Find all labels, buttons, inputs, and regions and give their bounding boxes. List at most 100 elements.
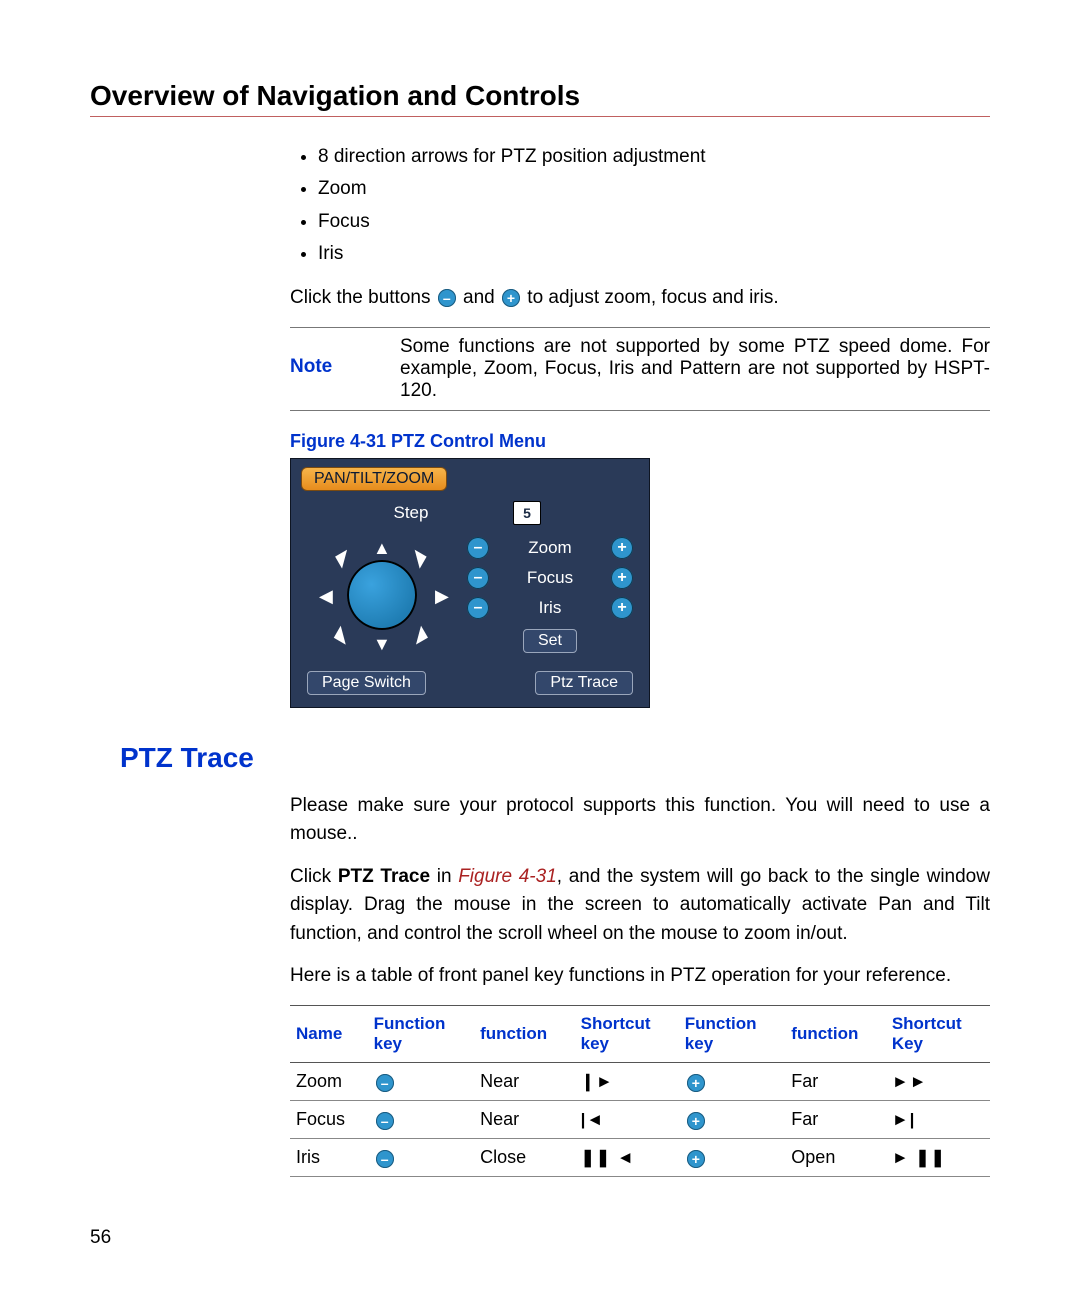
cell-sk1: ❙►	[575, 1063, 679, 1101]
ptz-trace-p3: Here is a table of front panel key funct…	[290, 962, 990, 991]
focus-label: Focus	[503, 568, 597, 588]
zoom-label: Zoom	[503, 538, 597, 558]
arrow-dl-icon: ◣	[333, 622, 354, 645]
panel-bottom: Page Switch Ptz Trace	[301, 661, 639, 695]
step-label: Step	[309, 503, 513, 523]
note-block: Note Some functions are not supported by…	[290, 327, 990, 411]
ffwd-icon: ►►	[892, 1072, 928, 1091]
cell-fn1: Near	[474, 1063, 575, 1101]
list-item: Zoom	[318, 173, 990, 205]
cell-fk2: +	[679, 1101, 786, 1139]
plus-icon: +	[502, 289, 520, 307]
table-row: Zoom – Near ❙► + Far ►►	[290, 1063, 990, 1101]
list-item: Focus	[318, 206, 990, 238]
click-buttons-line: Click the buttons – and + to adjust zoom…	[290, 284, 990, 313]
cell-sk2: ►|	[886, 1101, 990, 1139]
note-label: Note	[290, 336, 370, 402]
play-pause-icon: ► ❚❚	[892, 1148, 946, 1167]
th-fn1: function	[474, 1005, 575, 1063]
cell-fk1: –	[368, 1101, 475, 1139]
table-row: Iris – Close ❚❚ ◄ + Open ► ❚❚	[290, 1139, 990, 1177]
text: Click the buttons	[290, 287, 436, 308]
direction-pad: ▲ ▼ ◀ ▶ ◤ ◥ ◣ ◢	[307, 535, 457, 655]
arrow-up-icon: ▲	[373, 539, 391, 557]
minus-icon: –	[376, 1150, 394, 1168]
plus-icon: +	[687, 1150, 705, 1168]
th-fnkey1: Functionkey	[368, 1005, 475, 1063]
page-number: 56	[90, 1227, 111, 1249]
zoom-plus-icon: +	[611, 537, 633, 559]
iris-minus-icon: –	[467, 597, 489, 619]
shortcut-table: Name Functionkey function Shortcutkey Fu…	[290, 1005, 990, 1178]
list-item: 8 direction arrows for PTZ position adju…	[318, 141, 990, 173]
prev-icon: |◄	[581, 1110, 605, 1129]
page-title: Overview of Navigation and Controls	[90, 80, 990, 112]
arrow-left-icon: ◀	[319, 587, 333, 605]
figure-caption: Figure 4-31 PTZ Control Menu	[290, 431, 990, 452]
list-item: Iris	[318, 238, 990, 270]
page-switch-button: Page Switch	[307, 671, 426, 695]
cell-sk2: ► ❚❚	[886, 1139, 990, 1177]
step-row: Step 5	[301, 497, 639, 535]
note-text: Some functions are not supported by some…	[400, 336, 990, 402]
text-bold: PTZ Trace	[338, 866, 430, 887]
set-button: Set	[523, 629, 577, 653]
table-header: Name Functionkey function Shortcutkey Fu…	[290, 1005, 990, 1063]
plus-icon: +	[687, 1112, 705, 1130]
dpad-center	[347, 560, 417, 630]
text: and	[463, 287, 500, 308]
cell-fn1: Close	[474, 1139, 575, 1177]
cell-name: Zoom	[290, 1063, 368, 1101]
figure-reference: Figure 4-31	[458, 866, 557, 887]
ptz-trace-p2: Click PTZ Trace in Figure 4-31, and the …	[290, 863, 990, 949]
cell-name: Iris	[290, 1139, 368, 1177]
text: in	[430, 866, 458, 887]
iris-plus-icon: +	[611, 597, 633, 619]
arrow-ur-icon: ◥	[407, 546, 428, 569]
minus-icon: –	[376, 1112, 394, 1130]
pause-rew-icon: ❚❚ ◄	[581, 1148, 635, 1167]
zoom-minus-icon: –	[467, 537, 489, 559]
cell-fk1: –	[368, 1063, 475, 1101]
cell-fn2: Open	[785, 1139, 886, 1177]
cell-name: Focus	[290, 1101, 368, 1139]
ptz-panel-figure: PAN/TILT/ZOOM Step 5 ▲ ▼ ◀ ▶ ◤ ◥ ◣ ◢	[290, 458, 650, 708]
set-row: Set	[467, 629, 633, 653]
arrow-dr-icon: ◢	[407, 622, 428, 645]
arrow-down-icon: ▼	[373, 635, 391, 653]
step-value: 5	[513, 501, 541, 525]
text: to adjust zoom, focus and iris.	[527, 287, 778, 308]
text: Click	[290, 866, 338, 887]
content-block-1: 8 direction arrows for PTZ position adju…	[290, 141, 990, 708]
cell-fk2: +	[679, 1063, 786, 1101]
cell-fn2: Far	[785, 1101, 886, 1139]
focus-row: – Focus +	[467, 567, 633, 589]
cell-fn1: Near	[474, 1101, 575, 1139]
minus-icon: –	[376, 1074, 394, 1092]
panel-tab: PAN/TILT/ZOOM	[301, 467, 447, 491]
cell-fn2: Far	[785, 1063, 886, 1101]
minus-icon: –	[438, 289, 456, 307]
th-sk2: ShortcutKey	[886, 1005, 990, 1063]
title-divider	[90, 116, 990, 117]
table-row: Focus – Near |◄ + Far ►|	[290, 1101, 990, 1139]
cell-sk2: ►►	[886, 1063, 990, 1101]
cell-sk1: ❚❚ ◄	[575, 1139, 679, 1177]
th-sk1: Shortcutkey	[575, 1005, 679, 1063]
plus-icon: +	[687, 1074, 705, 1092]
table-body: Zoom – Near ❙► + Far ►► Focus – Near |◄ …	[290, 1063, 990, 1177]
cell-sk1: |◄	[575, 1101, 679, 1139]
iris-row: – Iris +	[467, 597, 633, 619]
th-name: Name	[290, 1005, 368, 1063]
cell-fk1: –	[368, 1139, 475, 1177]
panel-middle: ▲ ▼ ◀ ▶ ◤ ◥ ◣ ◢ – Zoom + –	[301, 535, 639, 655]
zoom-row: – Zoom +	[467, 537, 633, 559]
arrow-right-icon: ▶	[435, 587, 449, 605]
focus-plus-icon: +	[611, 567, 633, 589]
feature-bullets: 8 direction arrows for PTZ position adju…	[290, 141, 990, 270]
th-fnkey2: Functionkey	[679, 1005, 786, 1063]
document-page: Overview of Navigation and Controls 8 di…	[0, 0, 1080, 1309]
iris-label: Iris	[503, 598, 597, 618]
ptz-trace-button: Ptz Trace	[535, 671, 633, 695]
arrow-ul-icon: ◤	[333, 546, 354, 569]
